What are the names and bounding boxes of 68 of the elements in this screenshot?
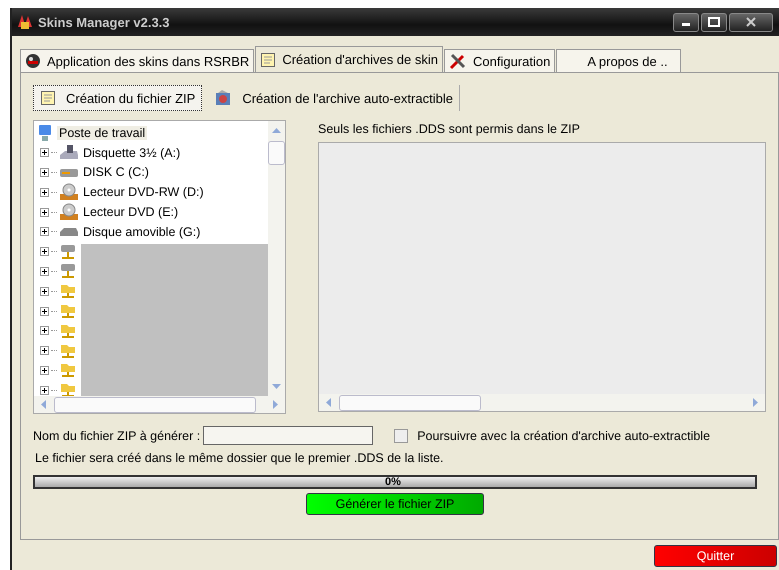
expand-toggle[interactable] [40, 306, 49, 316]
note-icon [40, 90, 56, 106]
disc-drive-icon [59, 183, 79, 202]
expand-toggle[interactable] [40, 247, 49, 256]
expand-toggle[interactable] [40, 227, 49, 236]
tree-item[interactable]: Disquette 3½ (A:) [81, 146, 182, 160]
scroll-thumb[interactable] [54, 396, 256, 412]
scroll-left-icon [40, 400, 46, 409]
horizontal-scrollbar[interactable] [34, 396, 285, 413]
info-text: Le fichier sera créé dans le même dossier que le premier .DDS de la liste. [35, 451, 445, 465]
tab[interactable]: Création d'archives de skin [255, 46, 443, 72]
maximize-icon [708, 17, 720, 27]
expand-toggle[interactable] [40, 188, 49, 197]
expand-toggle[interactable] [40, 386, 49, 395]
quit-button[interactable]: Quitter [654, 545, 777, 567]
network-drive-icon [59, 262, 77, 280]
close-button[interactable] [729, 12, 773, 32]
tree-item[interactable]: Lecteur DVD (E:) [81, 205, 180, 220]
disc-drive-icon [59, 203, 79, 222]
scroll-left-icon [325, 398, 331, 407]
expand-toggle[interactable] [40, 286, 49, 296]
expand-toggle[interactable] [40, 266, 49, 276]
app-icon [16, 13, 34, 31]
network-folder-icon [59, 361, 77, 380]
tree-item[interactable]: Disque amovible (G:) [81, 224, 202, 239]
expand-toggle[interactable] [40, 168, 49, 177]
sub-tab[interactable]: Création du fichier ZIP [33, 85, 202, 111]
tab[interactable]: A propos de .. [556, 49, 681, 72]
tab[interactable]: Configuration [444, 49, 556, 72]
scroll-thumb[interactable] [268, 141, 285, 165]
window-title: Skins Manager v2.3.3 [38, 14, 170, 30]
zip-name-field[interactable] [203, 426, 374, 445]
close-icon [745, 17, 757, 27]
generate-button[interactable]: Générer le fichier ZIP [306, 493, 484, 515]
scroll-right-icon [753, 398, 759, 407]
horizontal-scrollbar[interactable] [319, 394, 765, 411]
file-list-label: Seuls les fichiers .DDS sont permis dans le ZIP [318, 122, 581, 136]
expand-toggle[interactable] [40, 208, 49, 217]
maximize-button[interactable] [701, 12, 727, 32]
checkbox-label[interactable]: Poursuivre avec la création d'archive auto-extractible [417, 428, 710, 442]
expand-toggle[interactable] [40, 148, 49, 158]
helmet-icon [25, 53, 41, 69]
zip-name-label: Nom du fichier ZIP à générer : [33, 428, 200, 442]
tree-item[interactable]: DISK C (C:) [81, 165, 151, 180]
progress-reading: 0% [385, 476, 401, 488]
floppy-drive-icon [59, 144, 79, 162]
scroll-down-icon [272, 384, 281, 390]
tree-item[interactable]: Poste de travail [57, 126, 148, 140]
tools-icon [449, 52, 467, 70]
vertical-scrollbar[interactable] [268, 121, 285, 396]
expand-toggle[interactable] [40, 346, 49, 356]
scroll-right-icon [273, 400, 279, 409]
tab[interactable]: Application des skins dans RSRBR [20, 49, 254, 72]
tree-item[interactable]: Lecteur DVD-RW (D:) [81, 185, 206, 200]
note-icon [260, 52, 276, 68]
network-drive-icon [59, 242, 77, 261]
network-folder-icon [59, 302, 77, 320]
expand-toggle[interactable] [40, 326, 49, 336]
scroll-thumb[interactable] [339, 394, 481, 410]
expand-toggle[interactable] [40, 366, 49, 375]
network-folder-icon [59, 282, 77, 300]
scroll-up-icon [272, 127, 281, 133]
sub-tab[interactable]: Création de l'archive auto-extractible [208, 85, 460, 111]
computer-icon [37, 124, 53, 142]
checkbox[interactable] [394, 428, 408, 442]
minimize-button[interactable] [673, 12, 699, 32]
package-icon [214, 89, 232, 107]
network-folder-icon [59, 381, 77, 396]
